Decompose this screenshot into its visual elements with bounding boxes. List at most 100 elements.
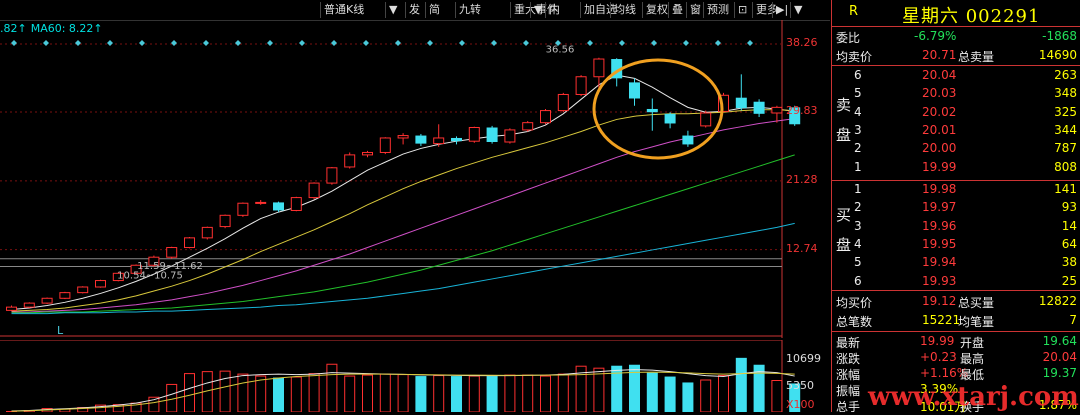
order-row: 219.9793 bbox=[832, 198, 1080, 217]
ask-total-volume: 14690 bbox=[1039, 48, 1077, 62]
candle[interactable] bbox=[202, 227, 212, 240]
candle[interactable] bbox=[256, 200, 266, 205]
candle[interactable] bbox=[558, 93, 568, 112]
candle-body bbox=[434, 138, 444, 144]
candle[interactable] bbox=[576, 75, 586, 96]
candle[interactable] bbox=[469, 127, 479, 143]
candle[interactable] bbox=[238, 202, 248, 217]
candle[interactable] bbox=[629, 78, 640, 105]
volume-bar bbox=[558, 374, 568, 412]
toolbar-button[interactable]: ▼ bbox=[530, 2, 545, 18]
candle[interactable] bbox=[309, 182, 319, 199]
candle[interactable] bbox=[42, 297, 52, 303]
candle-body bbox=[60, 293, 70, 299]
toolbar-button[interactable]: 窗 bbox=[686, 2, 704, 18]
order-row: 119.98141 bbox=[832, 180, 1080, 199]
candle[interactable] bbox=[523, 121, 533, 131]
candle[interactable] bbox=[451, 136, 462, 144]
candle[interactable] bbox=[380, 137, 390, 154]
toolbar-button[interactable]: 发 bbox=[405, 2, 423, 18]
candle[interactable] bbox=[398, 133, 408, 144]
volume-bar bbox=[309, 374, 319, 412]
candle[interactable] bbox=[541, 109, 551, 124]
candle[interactable] bbox=[273, 202, 284, 212]
order-volume: 14 bbox=[1062, 219, 1077, 233]
toolbar-button[interactable]: 内 bbox=[545, 2, 563, 18]
signal-marker bbox=[11, 40, 17, 46]
r-marker: R bbox=[849, 4, 858, 19]
candle-body bbox=[327, 168, 337, 183]
candle[interactable] bbox=[682, 131, 693, 147]
signal-marker bbox=[139, 40, 145, 46]
candle[interactable] bbox=[434, 124, 444, 147]
toolbar-button[interactable]: 叠 bbox=[668, 2, 686, 18]
candle[interactable] bbox=[487, 126, 498, 144]
candle-body bbox=[96, 281, 106, 287]
highlight-ellipse bbox=[594, 60, 722, 158]
toolbar-button[interactable]: ▼ bbox=[385, 2, 400, 18]
toolbar-button[interactable]: 简 bbox=[425, 2, 443, 18]
candle[interactable] bbox=[167, 247, 177, 259]
volume-bar bbox=[665, 377, 676, 412]
volume-chart[interactable] bbox=[0, 340, 830, 412]
order-row: 419.9564 bbox=[832, 235, 1080, 254]
toolbar-button[interactable]: 普通K线 bbox=[320, 2, 367, 18]
order-row: 119.99808 bbox=[832, 158, 1080, 177]
candle[interactable] bbox=[96, 280, 106, 288]
volume-bar bbox=[719, 376, 729, 412]
candle[interactable] bbox=[291, 197, 301, 212]
avg-trade-label: 均笔量 bbox=[958, 313, 994, 330]
candle-body bbox=[220, 215, 230, 226]
order-price: 20.00 bbox=[922, 141, 956, 155]
price-annotation: 36.56 bbox=[546, 45, 575, 56]
candle[interactable] bbox=[665, 112, 676, 128]
volume-bar bbox=[647, 373, 658, 412]
candle[interactable] bbox=[415, 134, 426, 146]
candle-body bbox=[576, 77, 586, 95]
order-level: 3 bbox=[854, 123, 862, 137]
candle[interactable] bbox=[754, 99, 765, 117]
candle[interactable] bbox=[345, 152, 355, 168]
signal-marker bbox=[331, 40, 337, 46]
order-price: 19.94 bbox=[922, 255, 956, 269]
kline-chart[interactable]: 36.5611.59~11.6210.54~10.75L bbox=[0, 20, 830, 338]
candle-body bbox=[558, 94, 568, 110]
candle[interactable] bbox=[24, 302, 34, 308]
order-level: 1 bbox=[854, 160, 862, 174]
candle[interactable] bbox=[7, 306, 17, 312]
y-tick-label: 12.74 bbox=[786, 242, 818, 255]
candle-body bbox=[451, 138, 462, 141]
candle[interactable] bbox=[327, 167, 337, 185]
candle[interactable] bbox=[78, 286, 88, 293]
order-row: 619.9325 bbox=[832, 272, 1080, 291]
stat-value: +0.23 bbox=[920, 350, 957, 364]
order-volume: 787 bbox=[1054, 141, 1077, 155]
volume-bar bbox=[327, 364, 337, 412]
toolbar-button[interactable]: 复权 bbox=[642, 2, 671, 18]
toolbar-button[interactable]: 均线 bbox=[610, 2, 639, 18]
toolbar-button[interactable]: ▶| bbox=[772, 2, 791, 18]
candle[interactable] bbox=[701, 111, 711, 128]
toolbar-button[interactable]: ⊡ bbox=[734, 2, 750, 18]
order-level: 1 bbox=[854, 182, 862, 196]
candle[interactable] bbox=[505, 128, 515, 143]
candle[interactable] bbox=[363, 151, 373, 157]
toolbar-button[interactable]: ▼ bbox=[790, 2, 805, 18]
volume-bar bbox=[363, 375, 373, 412]
volume-bar bbox=[701, 380, 711, 412]
candle[interactable] bbox=[185, 237, 195, 248]
stat-value: 19.99 bbox=[920, 334, 954, 348]
candle[interactable] bbox=[736, 74, 747, 110]
y-tick-label: 38.26 bbox=[786, 36, 818, 49]
toolbar-button[interactable]: 九转 bbox=[455, 2, 484, 18]
candle-body bbox=[291, 198, 301, 211]
candle[interactable] bbox=[220, 215, 230, 229]
volume-bar bbox=[541, 376, 551, 412]
candle-body bbox=[42, 298, 52, 303]
candle-body bbox=[309, 183, 319, 198]
candle[interactable] bbox=[60, 292, 70, 299]
signal-marker bbox=[651, 40, 657, 46]
toolbar-button[interactable]: 预测 bbox=[703, 2, 732, 18]
order-volume: 325 bbox=[1054, 105, 1077, 119]
order-volume: 25 bbox=[1062, 274, 1077, 288]
